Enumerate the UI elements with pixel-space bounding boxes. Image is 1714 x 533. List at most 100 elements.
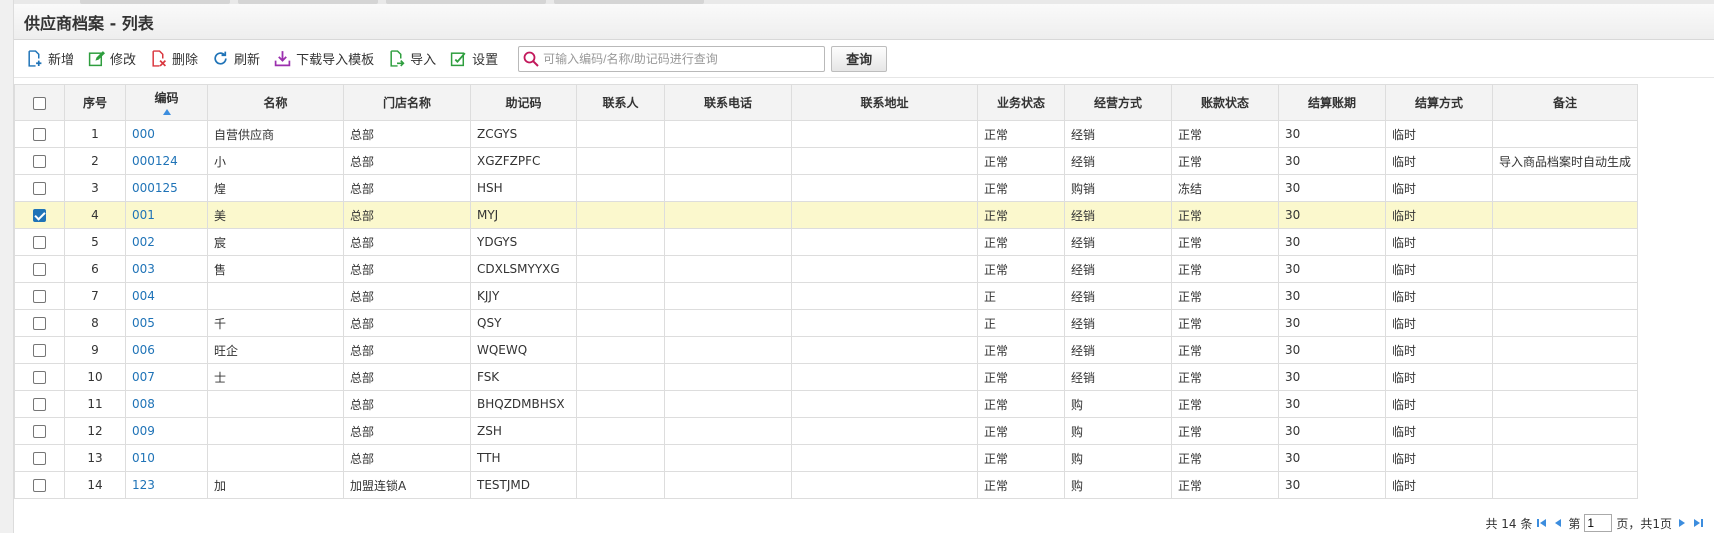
query-button[interactable]: 查询 — [831, 45, 888, 72]
cell-address — [791, 174, 978, 202]
download-template-button[interactable]: 下载导入模板 — [272, 46, 380, 72]
cell-seq: 13 — [64, 444, 126, 472]
add-button[interactable]: 新增 — [24, 46, 80, 72]
row-checkbox[interactable] — [33, 290, 46, 303]
col-header-remark[interactable]: 备注 — [1491, 84, 1639, 121]
cell-code[interactable]: 006 — [125, 336, 208, 364]
col-header-acct-status[interactable]: 账款状态 — [1171, 84, 1279, 121]
cell-code[interactable]: 007 — [125, 363, 208, 391]
row-checkbox[interactable] — [33, 425, 46, 438]
cell-seq: 5 — [64, 228, 126, 256]
cell-code[interactable]: 002 — [125, 228, 208, 256]
refresh-button-label: 刷新 — [234, 53, 261, 68]
row-checkbox[interactable] — [33, 128, 46, 141]
row-checkbox[interactable] — [33, 236, 46, 249]
cell-settle: 临时 — [1385, 390, 1493, 418]
cell-name-text: 旺企 — [214, 343, 239, 358]
cell-remark: 导入商品档案时自动生成 — [1491, 147, 1639, 175]
table-row[interactable]: 3 000125 煌 总部 HSH 正常 购销 冻结 30 临时 — [14, 174, 1639, 202]
table-row[interactable]: 11 008 总部 BHQZDMBHSX 正常购正常 30 临时 — [14, 390, 1639, 418]
cell-remark — [1491, 174, 1639, 202]
cell-store: 总部 — [343, 201, 471, 229]
table-row[interactable]: 6 003 售总部 CDXLSMYYXG 正常 经销 正常 30 临时 — [14, 255, 1639, 283]
cell-contact — [576, 174, 665, 202]
col-header-contact[interactable]: 联系人 — [576, 84, 665, 121]
prev-page-icon[interactable] — [1552, 517, 1564, 529]
cell-code[interactable]: 009 — [125, 417, 208, 445]
refresh-button[interactable]: 刷新 — [210, 46, 266, 72]
cell-mode-text: 购销 — [1071, 181, 1096, 196]
col-header-mnemonic[interactable]: 助记码 — [470, 84, 577, 121]
page-number-input[interactable] — [1584, 514, 1613, 532]
row-checkbox[interactable] — [33, 209, 46, 222]
cell-mode: 购销 — [1064, 174, 1172, 202]
last-page-icon[interactable] — [1692, 517, 1704, 529]
col-header-store[interactable]: 门店名称 — [343, 84, 471, 121]
delete-button-label: 删除 — [172, 53, 199, 68]
cell-select — [14, 336, 65, 364]
col-header-biz-status[interactable]: 业务状态 — [977, 84, 1065, 121]
cell-remark — [1491, 255, 1639, 283]
col-header-name[interactable]: 名称 — [207, 84, 344, 121]
row-checkbox[interactable] — [33, 182, 46, 195]
cell-name-text: 千 — [214, 316, 227, 331]
cell-settle: 临时 — [1385, 471, 1493, 499]
search-input[interactable] — [543, 47, 814, 70]
cell-code[interactable]: 123 — [125, 471, 208, 499]
cell-code[interactable]: 000125 — [125, 174, 208, 202]
col-header-phone[interactable]: 联系电话 — [664, 84, 792, 121]
table-row[interactable]: 10 007 士总部 FSK 正常 经销 正常 30 临时 — [14, 363, 1639, 391]
cell-address — [791, 201, 978, 229]
row-checkbox[interactable] — [33, 263, 46, 276]
table-row[interactable]: 5 002 宸总部 YDGYS 正常 经销 正常 30 临时 — [14, 228, 1639, 256]
row-checkbox[interactable] — [33, 452, 46, 465]
import-button[interactable]: 导入 — [386, 46, 442, 72]
table-row[interactable]: 2 000124 小总部 XGZFZPFC 正常 经销 正常 30 临时 导入商品档案时自动生成 — [14, 147, 1639, 175]
col-header-period[interactable]: 结算账期 — [1278, 84, 1386, 121]
cell-code[interactable]: 001 — [125, 201, 208, 229]
table-row[interactable]: 14 123 加加盟连锁A TESTJMD 正常购正常 30 临时 — [14, 471, 1639, 499]
cell-code[interactable]: 005 — [125, 309, 208, 337]
select-all-checkbox[interactable] — [33, 96, 46, 110]
cell-biz-status: 正常 — [977, 201, 1065, 229]
table-row[interactable]: 13 010 总部 TTH 正常购正常 30 临时 — [14, 444, 1639, 472]
cell-acct-status: 正常 — [1171, 255, 1279, 283]
cell-mnemonic: TTH — [470, 444, 577, 472]
cell-settle: 临时 — [1385, 201, 1493, 229]
table-row[interactable]: 9 006 旺企 总部 WQEWQ 正常 经销 正常 30 临时 — [14, 336, 1639, 364]
cell-mnemonic: QSY — [470, 309, 577, 337]
cell-code[interactable]: 000124 — [125, 147, 208, 175]
cell-remark — [1491, 471, 1639, 499]
col-header-settle[interactable]: 结算方式 — [1385, 84, 1493, 121]
table-row[interactable]: 4 001 美总部 MYJ 正常 经销 正常 30 临时 — [14, 201, 1639, 229]
cell-code[interactable]: 003 — [125, 255, 208, 283]
table-row[interactable]: 1 000 自营供应商 总部 ZCGYS 正常 经销 正常 30 临时 — [14, 120, 1639, 148]
first-page-icon[interactable] — [1536, 517, 1548, 529]
cell-acct-status: 正常 — [1171, 228, 1279, 256]
row-checkbox[interactable] — [33, 155, 46, 168]
import-icon — [390, 50, 405, 67]
table-row[interactable]: 7 004 总部 KJJY 正 经销 正常 30 临时 — [14, 282, 1639, 310]
row-checkbox[interactable] — [33, 317, 46, 330]
cell-code[interactable]: 004 — [125, 282, 208, 310]
col-header-code[interactable]: 编码 — [125, 84, 208, 121]
cell-acct-status: 正常 — [1171, 147, 1279, 175]
edit-button[interactable]: 修改 — [86, 46, 142, 72]
cell-name: 千 — [207, 309, 344, 337]
cell-phone — [664, 282, 792, 310]
col-header-address[interactable]: 联系地址 — [791, 84, 978, 121]
row-checkbox[interactable] — [33, 344, 46, 357]
settings-button[interactable]: 设置 — [448, 46, 504, 72]
row-checkbox[interactable] — [33, 479, 46, 492]
row-checkbox[interactable] — [33, 398, 46, 411]
delete-button[interactable]: 删除 — [148, 46, 204, 72]
table-row[interactable]: 8 005 千 总部 QSY 正 经销 正常 30 临时 — [14, 309, 1639, 337]
cell-code[interactable]: 008 — [125, 390, 208, 418]
cell-code[interactable]: 000 — [125, 120, 208, 148]
table-row[interactable]: 12 009 总部 ZSH 正常购正常 30 临时 — [14, 417, 1639, 445]
col-header-mode[interactable]: 经营方式 — [1064, 84, 1172, 121]
next-page-icon[interactable] — [1676, 517, 1688, 529]
row-checkbox[interactable] — [33, 371, 46, 384]
cell-acct-status: 正常 — [1171, 336, 1279, 364]
cell-code[interactable]: 010 — [125, 444, 208, 472]
